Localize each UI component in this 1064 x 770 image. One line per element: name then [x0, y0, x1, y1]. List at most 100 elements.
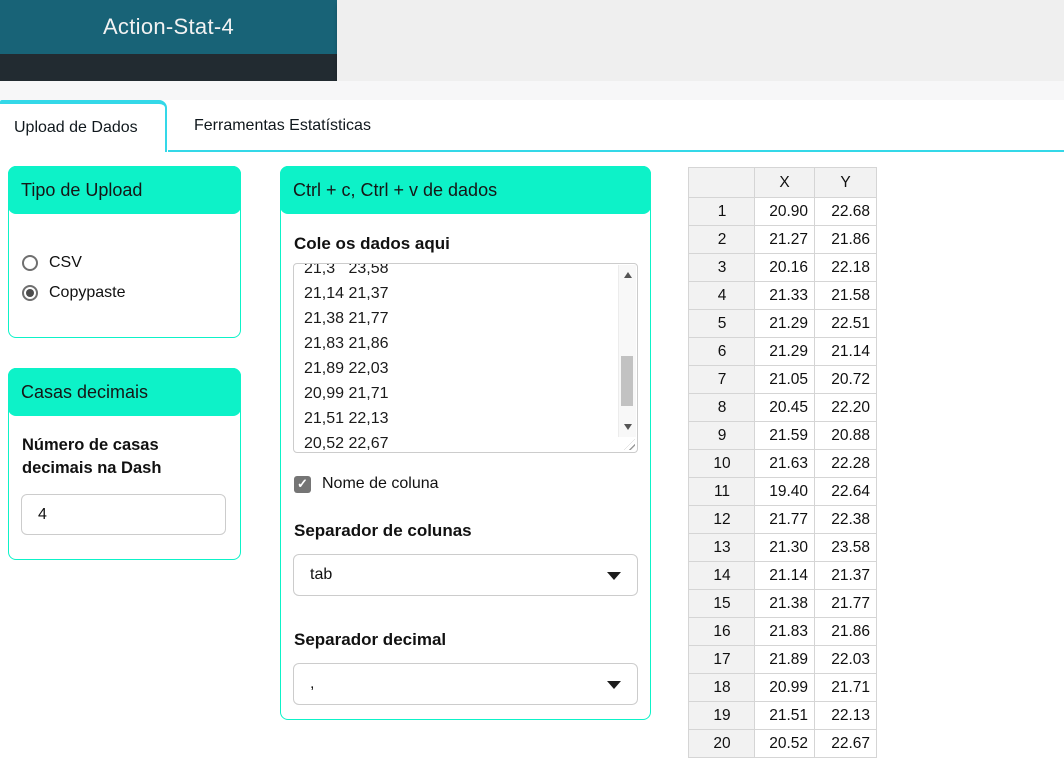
data-cell[interactable]: 22.28: [814, 449, 877, 478]
table-header-index: [688, 167, 755, 198]
upload-type-panel: Tipo de Upload CSV Copypaste: [8, 166, 241, 338]
app-title: Action-Stat-4: [102, 14, 235, 39]
table-header-x: X: [754, 167, 815, 198]
row-index-cell: 6: [688, 337, 755, 366]
textarea-scrollbar[interactable]: [618, 265, 636, 437]
table-row: 8 20.45 22.20: [688, 393, 877, 422]
table-row: 19 21.51 22.13: [688, 701, 877, 730]
paste-data-textarea[interactable]: 21,3 23,58 21,14 21,37 21,38 21,77 21,83…: [293, 263, 638, 453]
scrollbar-thumb[interactable]: [621, 356, 633, 407]
table-row: 2 21.27 21.86: [688, 225, 877, 254]
data-cell[interactable]: 22.64: [814, 477, 877, 506]
paste-data-content: 21,3 23,58 21,14 21,37 21,38 21,77 21,83…: [304, 263, 389, 452]
table-row: 10 21.63 22.28: [688, 449, 877, 478]
data-cell[interactable]: 20.90: [754, 197, 815, 226]
data-cell[interactable]: 22.68: [814, 197, 877, 226]
row-index-cell: 4: [688, 281, 755, 310]
data-cell[interactable]: 21.86: [814, 617, 877, 646]
tab-label: Ferramentas Estatísticas: [194, 117, 371, 134]
scroll-down-icon[interactable]: [619, 419, 636, 435]
table-row: 5 21.29 22.51: [688, 309, 877, 338]
data-cell[interactable]: 21.14: [754, 561, 815, 590]
data-cell[interactable]: 21.83: [754, 617, 815, 646]
chevron-down-icon: [607, 572, 621, 580]
data-cell[interactable]: 21.89: [754, 645, 815, 674]
data-cell[interactable]: 21.77: [814, 589, 877, 618]
table-row: 11 19.40 22.64: [688, 477, 877, 506]
data-cell[interactable]: 20.52: [754, 729, 815, 758]
decimals-input-label: Número de casas decimais na Dash: [22, 436, 162, 477]
data-cell[interactable]: 21.38: [754, 589, 815, 618]
data-cell[interactable]: 19.40: [754, 477, 815, 506]
row-index-cell: 1: [688, 197, 755, 226]
data-cell[interactable]: 22.67: [814, 729, 877, 758]
data-cell[interactable]: 20.72: [814, 365, 877, 394]
table-row: 1 20.90 22.68: [688, 197, 877, 226]
tab-bar: Upload de Dados Ferramentas Estatísticas: [0, 100, 1064, 152]
data-cell[interactable]: 23.58: [814, 533, 877, 562]
data-cell[interactable]: 21.63: [754, 449, 815, 478]
row-index-cell: 15: [688, 589, 755, 618]
data-cell[interactable]: 21.27: [754, 225, 815, 254]
radio-label: Copypaste: [49, 284, 126, 301]
row-index-cell: 18: [688, 673, 755, 702]
data-cell[interactable]: 21.77: [754, 505, 815, 534]
tab-upload-de-dados[interactable]: Upload de Dados: [0, 100, 167, 152]
panel-title: Casas decimais: [21, 381, 149, 402]
data-cell[interactable]: 21.71: [814, 673, 877, 702]
data-cell[interactable]: 20.45: [754, 393, 815, 422]
table-row: 6 21.29 21.14: [688, 337, 877, 366]
decimals-panel-header: Casas decimais: [8, 368, 241, 416]
paste-textarea-label: Cole os dados aqui: [294, 234, 450, 253]
data-cell[interactable]: 21.51: [754, 701, 815, 730]
app-header-bar: Action-Stat-4: [0, 0, 337, 54]
data-cell[interactable]: 22.51: [814, 309, 877, 338]
column-separator-label: Separador de colunas: [294, 521, 472, 540]
tab-label: Upload de Dados: [14, 119, 138, 136]
data-cell[interactable]: 21.05: [754, 365, 815, 394]
data-cell[interactable]: 22.03: [814, 645, 877, 674]
row-index-cell: 11: [688, 477, 755, 506]
data-cell[interactable]: 21.33: [754, 281, 815, 310]
decimals-input[interactable]: [21, 494, 226, 535]
radio-icon[interactable]: [22, 255, 38, 271]
data-cell[interactable]: 21.86: [814, 225, 877, 254]
radio-option-csv[interactable]: CSV: [22, 254, 240, 272]
data-cell[interactable]: 21.29: [754, 337, 815, 366]
data-cell[interactable]: 21.37: [814, 561, 877, 590]
radio-option-copypaste[interactable]: Copypaste: [22, 284, 240, 302]
table-header-row: X Y: [688, 167, 877, 198]
data-cell[interactable]: 20.16: [754, 253, 815, 282]
table-row: 20 20.52 22.67: [688, 729, 877, 758]
table-row: 15 21.38 21.77: [688, 589, 877, 618]
decimal-separator-label: Separador decimal: [294, 630, 447, 649]
header-bottom-strip: [0, 81, 1064, 100]
tab-ferramentas-estatisticas[interactable]: Ferramentas Estatísticas: [194, 100, 371, 152]
data-cell[interactable]: 21.59: [754, 421, 815, 450]
data-cell[interactable]: 21.58: [814, 281, 877, 310]
radio-icon[interactable]: [22, 285, 38, 301]
data-cell[interactable]: 21.29: [754, 309, 815, 338]
decimal-separator-select[interactable]: ,: [293, 663, 638, 705]
table-row: 12 21.77 22.38: [688, 505, 877, 534]
scroll-up-icon[interactable]: [619, 267, 636, 283]
data-cell[interactable]: 21.14: [814, 337, 877, 366]
data-cell[interactable]: 20.88: [814, 421, 877, 450]
row-index-cell: 10: [688, 449, 755, 478]
data-cell[interactable]: 21.30: [754, 533, 815, 562]
data-cell[interactable]: 22.13: [814, 701, 877, 730]
column-name-checkbox-row[interactable]: ✓ Nome de coluna: [294, 475, 650, 493]
row-index-cell: 5: [688, 309, 755, 338]
table-row: 9 21.59 20.88: [688, 421, 877, 450]
checkbox-icon[interactable]: ✓: [294, 475, 311, 493]
row-index-cell: 19: [688, 701, 755, 730]
row-index-cell: 8: [688, 393, 755, 422]
data-cell[interactable]: 22.18: [814, 253, 877, 282]
data-cell[interactable]: 22.38: [814, 505, 877, 534]
data-cell[interactable]: 22.20: [814, 393, 877, 422]
data-cell[interactable]: 20.99: [754, 673, 815, 702]
radio-label: CSV: [49, 254, 82, 271]
paste-panel: Ctrl + c, Ctrl + v de dados Cole os dado…: [280, 166, 651, 720]
upload-type-panel-header: Tipo de Upload: [8, 166, 241, 214]
column-separator-select[interactable]: tab: [293, 554, 638, 596]
